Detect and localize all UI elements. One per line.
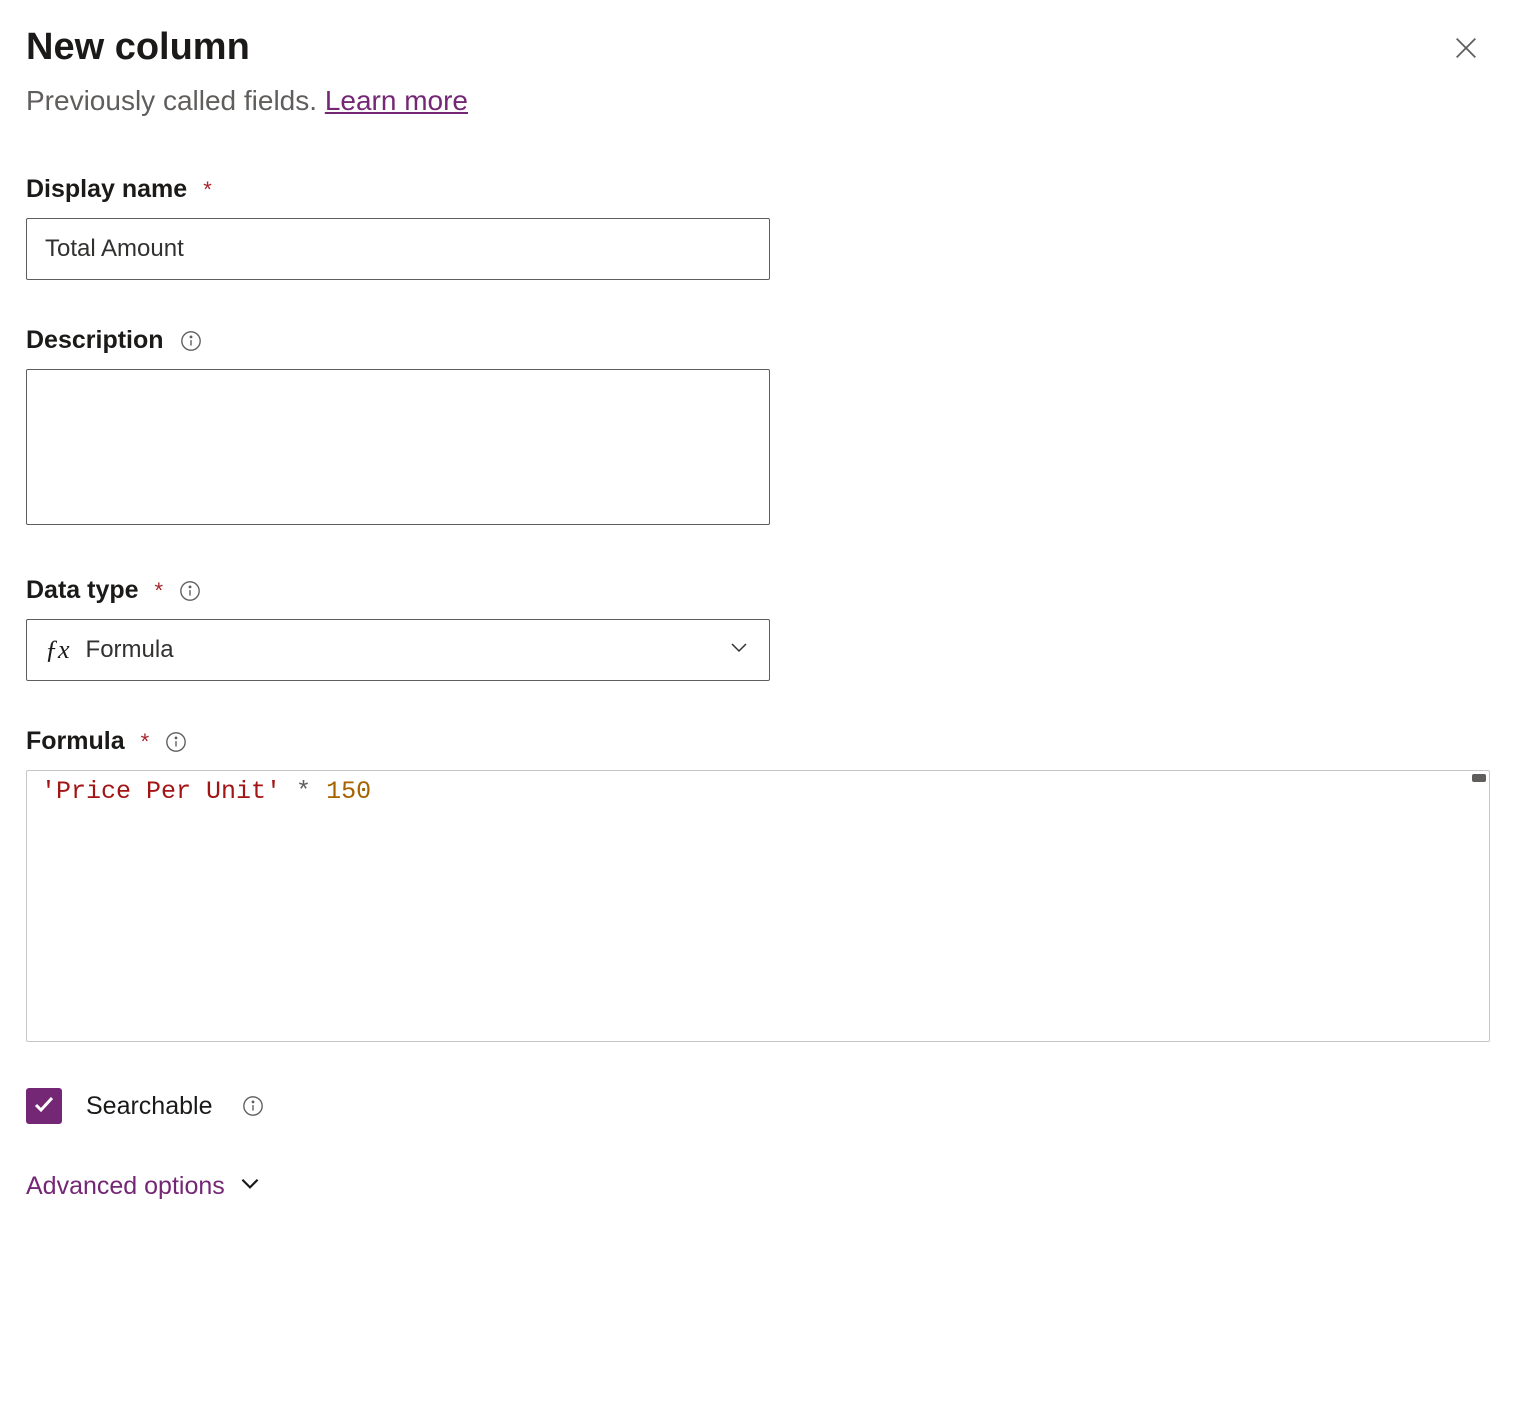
subtitle-prefix: Previously called fields. bbox=[26, 85, 325, 116]
required-asterisk: * bbox=[141, 729, 150, 755]
fx-icon: ƒx bbox=[45, 635, 70, 665]
info-icon[interactable] bbox=[180, 330, 202, 352]
info-icon[interactable] bbox=[165, 731, 187, 753]
advanced-options-toggle[interactable]: Advanced options bbox=[26, 1170, 263, 1203]
description-input[interactable] bbox=[26, 369, 770, 525]
data-type-select[interactable]: ƒx Formula bbox=[26, 619, 770, 681]
data-type-value: Formula bbox=[86, 636, 174, 664]
required-asterisk: * bbox=[155, 578, 164, 604]
description-label: Description bbox=[26, 326, 164, 355]
advanced-options-label: Advanced options bbox=[26, 1172, 225, 1201]
formula-label: Formula bbox=[26, 727, 125, 756]
learn-more-link[interactable]: Learn more bbox=[325, 85, 468, 116]
checkmark-icon bbox=[32, 1092, 56, 1121]
searchable-label: Searchable bbox=[86, 1092, 212, 1121]
required-asterisk: * bbox=[203, 177, 212, 203]
display-name-label: Display name bbox=[26, 175, 187, 204]
chevron-down-icon bbox=[727, 635, 751, 666]
close-button[interactable] bbox=[1444, 26, 1488, 77]
info-icon[interactable] bbox=[179, 580, 201, 602]
formula-text: 'Price Per Unit' * 150 bbox=[41, 777, 371, 806]
close-icon bbox=[1452, 34, 1480, 69]
display-name-input[interactable] bbox=[26, 218, 770, 280]
searchable-checkbox[interactable] bbox=[26, 1088, 62, 1124]
panel-title: New column bbox=[26, 26, 250, 69]
chevron-down-icon bbox=[237, 1170, 263, 1203]
info-icon[interactable] bbox=[242, 1095, 264, 1117]
scrollbar[interactable] bbox=[1472, 774, 1486, 782]
data-type-label: Data type bbox=[26, 576, 139, 605]
panel-subtitle: Previously called fields. Learn more bbox=[26, 85, 1488, 117]
formula-editor[interactable]: 'Price Per Unit' * 150 bbox=[26, 770, 1490, 1042]
